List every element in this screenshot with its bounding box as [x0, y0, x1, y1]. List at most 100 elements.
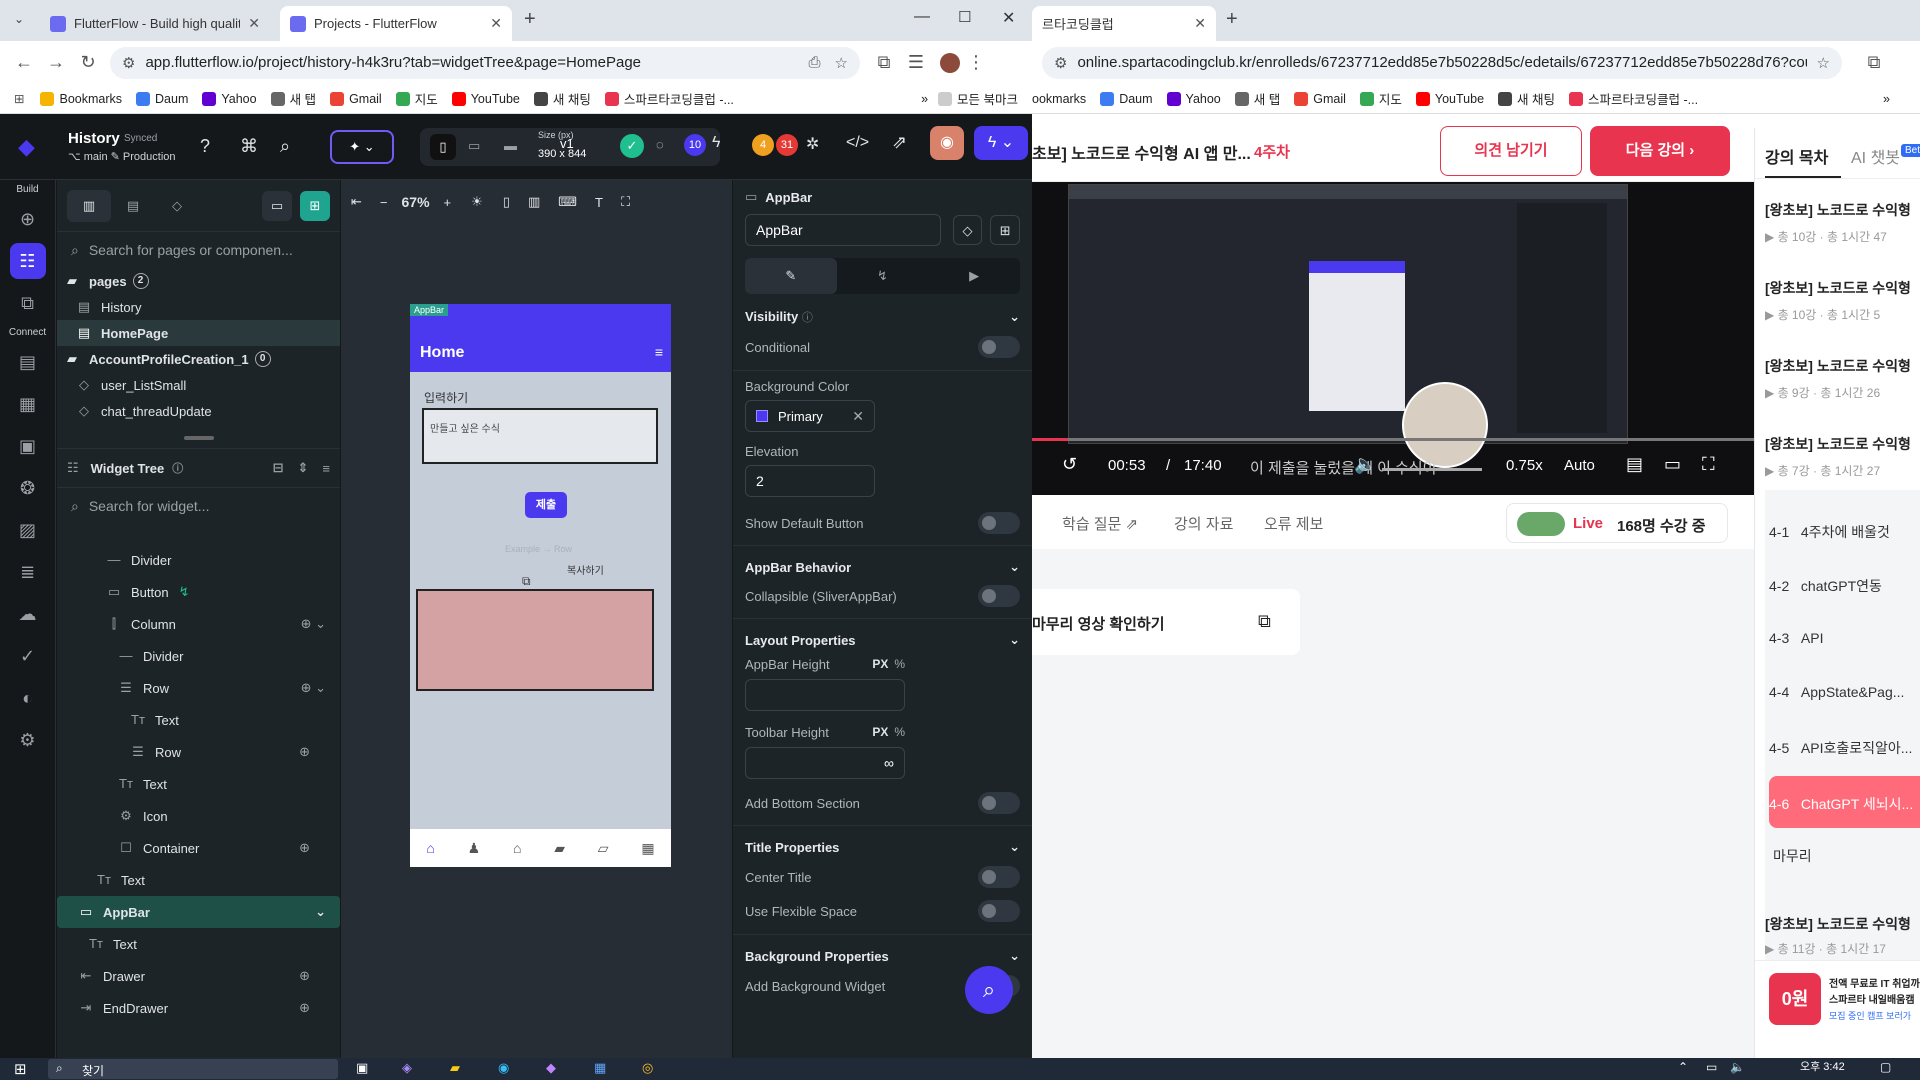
new-tab-icon[interactable]: +: [524, 8, 536, 31]
branch-label[interactable]: ⌥ main ✎ Production: [68, 150, 176, 163]
phone-device-icon[interactable]: ▯: [430, 134, 456, 160]
info-icon[interactable]: ⓘ: [172, 460, 183, 476]
bookmark-youtube[interactable]: YouTube: [1415, 91, 1484, 106]
site-info-icon[interactable]: ⚙: [1054, 54, 1067, 72]
pct-unit[interactable]: %: [894, 725, 905, 739]
profile-avatar[interactable]: [940, 52, 960, 73]
bookmark-bookmarks[interactable]: Bookmarks: [40, 91, 122, 106]
filter-icon[interactable]: ≡: [322, 461, 330, 476]
media-icon[interactable]: ▨: [10, 512, 46, 548]
more-bookmarks-icon[interactable]: »: [921, 92, 928, 106]
zoom-in-icon[interactable]: +: [444, 195, 452, 210]
tree-node-icon[interactable]: ⚙ Icon: [57, 800, 340, 832]
volume-icon[interactable]: 🔈: [1354, 454, 1376, 475]
show-default-button-toggle[interactable]: [978, 512, 1020, 534]
tab-flutterflow-home[interactable]: FlutterFlow - Build high quality ✕: [40, 6, 270, 41]
bug-icon[interactable]: ✲: [806, 134, 819, 154]
expand-icon[interactable]: ⇕: [298, 460, 309, 476]
theater-mode-icon[interactable]: ▭: [1664, 454, 1681, 475]
conditional-toggle[interactable]: [978, 336, 1020, 358]
bookmark-maps[interactable]: 지도: [395, 89, 438, 108]
all-bookmarks[interactable]: 모든 북마크: [938, 89, 1018, 108]
elevation-field[interactable]: 2: [745, 465, 875, 497]
code-icon[interactable]: </>: [846, 134, 869, 152]
library-tab-icon[interactable]: ◇: [155, 198, 199, 214]
database-icon[interactable]: ▤: [10, 344, 46, 380]
bookmark-gmail[interactable]: Gmail: [330, 91, 382, 106]
person-icon[interactable]: ♟: [468, 840, 481, 857]
bookmark-sparta[interactable]: 스파르타코딩클럽 -...: [604, 89, 734, 108]
tab-sparta[interactable]: 르타코딩클럽 ✕: [1032, 6, 1216, 41]
clock-time[interactable]: 오후 3:42: [1800, 1058, 1845, 1074]
properties-tab-icon[interactable]: ✎: [745, 258, 837, 294]
ai-search-fab[interactable]: ⌕: [965, 966, 1013, 1014]
chevron-down-icon[interactable]: ⌄: [315, 904, 326, 920]
tree-node-row-2[interactable]: ☰ Row ⊕: [57, 736, 340, 768]
page-item-homepage[interactable]: ▤ HomePage: [57, 320, 340, 346]
page-item-history[interactable]: ▤ History: [57, 294, 340, 320]
section-visibility[interactable]: Visibility ⓘ ⌄: [745, 304, 1020, 330]
project-name[interactable]: History: [68, 130, 120, 147]
lock-icon[interactable]: ⊟: [273, 460, 284, 476]
components-tab-icon[interactable]: ▤: [111, 198, 155, 214]
home-icon[interactable]: ⌂: [426, 840, 434, 856]
close-icon[interactable]: ✕: [490, 15, 502, 32]
bg-color-field[interactable]: Primary ✕: [745, 400, 875, 432]
rewind-10-icon[interactable]: ↺: [1062, 454, 1077, 475]
extensions-icon[interactable]: ⧉: [868, 52, 900, 73]
comment-icon[interactable]: ◌: [656, 137, 664, 152]
fullscreen-icon[interactable]: ⛶: [1702, 454, 1715, 475]
close-icon[interactable]: ✕: [248, 15, 260, 32]
bookmark-maps[interactable]: 지도: [1359, 89, 1402, 108]
volume-icon[interactable]: 🔈: [1730, 1060, 1745, 1074]
tablet-device-icon[interactable]: ▭: [468, 138, 480, 154]
command-icon[interactable]: ⌘: [240, 136, 258, 157]
run-button[interactable]: ϟ ⌄: [974, 126, 1028, 160]
open-external-icon[interactable]: ⇗: [892, 132, 907, 153]
resize-handle[interactable]: [183, 436, 214, 440]
bookmark-youtube[interactable]: YouTube: [451, 91, 520, 106]
center-title-toggle[interactable]: [978, 866, 1020, 888]
add-bottom-toggle[interactable]: [978, 792, 1020, 814]
reading-list-icon[interactable]: ☰: [900, 52, 932, 73]
store-icon[interactable]: ▦: [641, 840, 654, 857]
forward-icon[interactable]: →: [40, 52, 72, 73]
theme-icon[interactable]: ◐: [10, 680, 46, 716]
zoom-level[interactable]: 67%: [402, 194, 430, 210]
edge-icon[interactable]: ◉: [498, 1060, 509, 1076]
new-tab-icon[interactable]: +: [1226, 8, 1238, 31]
extensions-icon[interactable]: ⧉: [1858, 52, 1890, 73]
tree-node-column[interactable]: ⫿ Column ⊕ ⌄: [57, 608, 340, 640]
desktop-device-icon[interactable]: ▬: [504, 138, 517, 153]
chrome-icon[interactable]: ◎: [642, 1060, 653, 1076]
house-icon[interactable]: ⌂: [513, 840, 521, 856]
widget-tree-icon[interactable]: ☷: [9, 243, 46, 279]
windows-start-icon[interactable]: ⊞: [14, 1060, 27, 1078]
bookmark-daum[interactable]: Daum: [1100, 91, 1153, 106]
data-types-icon[interactable]: ▣: [10, 428, 46, 464]
preview-appbar[interactable]: AppBar Home ≡: [410, 304, 671, 372]
lecture-item[interactable]: [왕초보] 노코드로 수익형: [1765, 356, 1911, 376]
chapter-item[interactable]: 4-3 API: [1769, 630, 1823, 646]
light-mode-icon[interactable]: ☀: [471, 194, 483, 210]
keyboard-icon[interactable]: ⌨: [558, 194, 577, 210]
link-materials[interactable]: 강의 자료: [1174, 513, 1233, 534]
install-icon[interactable]: ⎙: [809, 54, 821, 71]
preview-eye-button[interactable]: ◉: [930, 126, 964, 160]
tree-node-text-2[interactable]: Tт Text: [57, 768, 340, 800]
add-child-icon[interactable]: ⊕: [299, 1000, 310, 1016]
cloud-icon[interactable]: ☁: [10, 596, 46, 632]
text-scale-icon[interactable]: T: [595, 195, 603, 210]
bookmark-chat[interactable]: 새 채팅: [533, 89, 591, 108]
tree-node-text-3[interactable]: Tт Text: [57, 864, 340, 896]
bookmark-yahoo[interactable]: Yahoo: [202, 91, 257, 106]
tray-chevron-icon[interactable]: ⌃: [1678, 1060, 1688, 1074]
lecture-item[interactable]: [왕초보] 노코드로 수익형: [1765, 200, 1911, 220]
lecture-item[interactable]: [왕초보] 노코드로 수익형: [1765, 434, 1911, 454]
tree-node-container[interactable]: ☐ Container ⊕: [57, 832, 340, 864]
add-child-icon[interactable]: ⊕: [299, 840, 310, 856]
actions-tab-icon[interactable]: ↯: [837, 268, 929, 284]
reload-icon[interactable]: ↻: [72, 52, 104, 73]
tree-node-divider[interactable]: — Divider: [57, 544, 340, 576]
copilot-icon[interactable]: ◈: [402, 1060, 412, 1076]
